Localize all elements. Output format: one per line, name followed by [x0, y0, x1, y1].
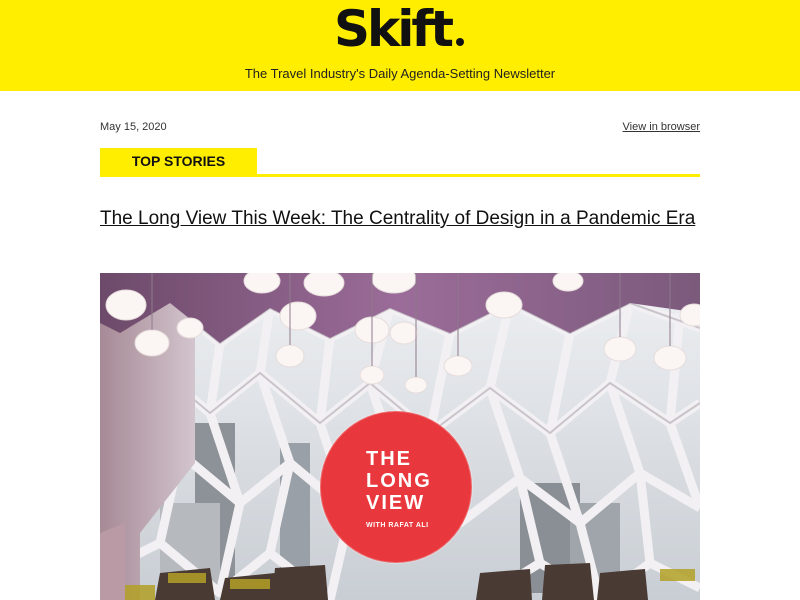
library-interior-illustration: THE LONG VIEW WITH RAFAT ALI	[100, 273, 700, 600]
masthead: Skift The Travel Industry's Daily Agenda…	[0, 0, 800, 91]
tagline: The Travel Industry's Daily Agenda-Setti…	[244, 66, 556, 81]
logo-dot-icon	[456, 38, 464, 46]
view-in-browser-link[interactable]: View in browser	[623, 121, 700, 133]
badge-line-1: THE	[366, 448, 412, 470]
article-hero-image[interactable]: THE LONG VIEW WITH RAFAT ALI	[100, 273, 700, 600]
issue-date: May 15, 2020	[100, 121, 167, 133]
badge-line-3: VIEW	[366, 492, 425, 514]
badge-line-2: LONG	[366, 470, 432, 492]
section-divider	[100, 174, 700, 177]
article-headline-link[interactable]: The Long View This Week: The Centrality …	[100, 207, 700, 231]
badge-byline: WITH RAFAT ALI	[366, 522, 429, 529]
skift-logo[interactable]: Skift	[334, 4, 454, 54]
section-tab-top-stories: TOP STORIES	[100, 148, 257, 175]
